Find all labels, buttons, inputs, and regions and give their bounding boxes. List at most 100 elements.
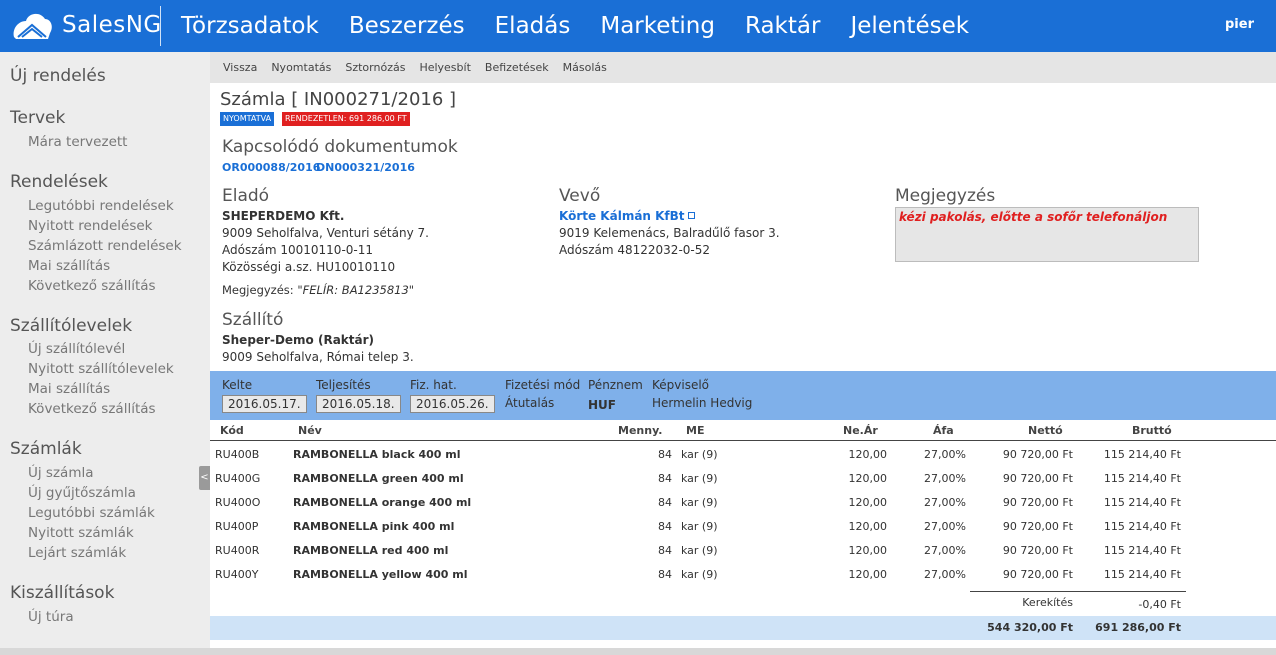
sidebar-item-new-invoice[interactable]: Új számla <box>28 465 94 481</box>
cell-net: 90 720,00 Ft <box>1002 472 1073 485</box>
cell-vat: 27,00% <box>924 544 966 557</box>
cell-unit: kar (9) <box>681 520 718 533</box>
cell-net: 90 720,00 Ft <box>1002 496 1073 509</box>
copy-button[interactable]: Másolás <box>556 61 614 74</box>
brand-name[interactable]: SalesNG <box>62 12 162 38</box>
sidebar-new-order[interactable]: Új rendelés <box>10 66 106 86</box>
table-row[interactable]: RU400R RAMBONELLA red 400 ml 84 kar (9) … <box>210 539 1276 563</box>
back-button[interactable]: Vissza <box>216 61 264 74</box>
totals-row: 544 320,00 Ft 691 286,00 Ft <box>210 616 1276 640</box>
column-header-unit-price: Ne.Ár <box>843 424 878 437</box>
cell-net: 90 720,00 Ft <box>1002 520 1073 533</box>
seller-name: SHEPERDEMO Kft. <box>222 209 345 223</box>
column-header-quantity: Menny. <box>618 424 663 437</box>
sidebar-heading-orders: Rendelések <box>10 172 108 192</box>
sidebar-item-open-delivery-notes[interactable]: Nyitott szállítólevelek <box>28 361 174 377</box>
cancel-invoice-button[interactable]: Sztornózás <box>338 61 412 74</box>
sidebar-item-open-invoices[interactable]: Nyitott számlák <box>28 525 134 541</box>
sidebar-item-overdue-invoices[interactable]: Lejárt számlák <box>28 545 126 561</box>
column-header-unit: ME <box>686 424 705 437</box>
due-date-field[interactable]: 2016.05.26. <box>410 395 495 413</box>
remark-heading: Megjegyzés <box>895 186 996 206</box>
related-doc-delivery-link[interactable]: DN000321/2016 <box>316 161 415 174</box>
cell-gross: 115 214,40 Ft <box>1103 448 1181 461</box>
nav-purchasing[interactable]: Beszerzés <box>334 0 480 52</box>
seller-note: Megjegyzés: "FELÍR: BA1235813" <box>222 283 414 297</box>
sidebar-item-planned-today[interactable]: Mára tervezett <box>28 134 127 150</box>
table-row[interactable]: RU400G RAMBONELLA green 400 ml 84 kar (9… <box>210 467 1276 491</box>
buyer-name-link[interactable]: Körte Kálmán KfBt <box>559 209 695 223</box>
sidebar-item-dn-todays-delivery[interactable]: Mai szállítás <box>28 381 110 397</box>
sidebar-item-new-tour[interactable]: Új túra <box>28 609 74 625</box>
column-header-vat: Áfa <box>933 424 954 437</box>
brand-divider <box>160 6 161 46</box>
remark-textarea[interactable]: kézi pakolás, előtte a sofőr telefonáljo… <box>895 207 1199 262</box>
page-title: Számla [ IN000271/2016 ] <box>220 89 457 110</box>
agent-value: Hermelin Hedvig <box>652 396 753 410</box>
agent-label: Képviselő <box>652 378 710 392</box>
cell-unit-price: 120,00 <box>848 520 888 533</box>
user-menu[interactable]: pier <box>1225 17 1254 32</box>
table-row[interactable]: RU400P RAMBONELLA pink 400 ml 84 kar (9)… <box>210 515 1276 539</box>
table-row[interactable]: RU400Y RAMBONELLA yellow 400 ml 84 kar (… <box>210 563 1276 587</box>
sidebar-item-new-collective-invoice[interactable]: Új gyűjtőszámla <box>28 485 136 501</box>
sidebar-heading-delivery-notes: Szállítólevelek <box>10 316 133 336</box>
nav-master-data[interactable]: Törzsadatok <box>166 0 334 52</box>
correct-button[interactable]: Helyesbít <box>412 61 477 74</box>
sidebar-item-todays-delivery[interactable]: Mai szállítás <box>28 258 110 274</box>
cell-unit-price: 120,00 <box>848 448 888 461</box>
currency-label: Pénznem <box>588 378 643 392</box>
carrier-address: 9009 Seholfalva, Római telep 3. <box>222 350 414 364</box>
cell-gross: 115 214,40 Ft <box>1103 568 1181 581</box>
seller-note-value: "FELÍR: BA1235813" <box>297 283 415 297</box>
cell-net: 90 720,00 Ft <box>1002 544 1073 557</box>
buyer-tax-number: Adószám 48122032-0-52 <box>559 243 711 257</box>
fulfilment-date-label: Teljesítés <box>316 378 371 392</box>
buyer-heading: Vevő <box>559 186 601 206</box>
nav-warehouse[interactable]: Raktár <box>730 0 835 52</box>
sidebar-item-next-delivery[interactable]: Következő szállítás <box>28 278 156 294</box>
cell-unit-price: 120,00 <box>848 496 888 509</box>
sidebar-item-recent-invoices[interactable]: Legutóbbi számlák <box>28 505 155 521</box>
main-nav: Törzsadatok Beszerzés Eladás Marketing R… <box>166 0 984 52</box>
external-link-icon[interactable] <box>687 212 695 219</box>
cell-net: 90 720,00 Ft <box>1002 448 1073 461</box>
cloud-logo-icon[interactable] <box>10 7 54 45</box>
cell-code: RU400G <box>215 472 261 485</box>
table-header-divider <box>210 440 1276 441</box>
nav-marketing[interactable]: Marketing <box>585 0 730 52</box>
table-row[interactable]: RU400O RAMBONELLA orange 400 ml 84 kar (… <box>210 491 1276 515</box>
cell-vat: 27,00% <box>924 520 966 533</box>
buyer-name[interactable]: Körte Kálmán KfBt <box>559 209 685 223</box>
issue-date-field[interactable]: 2016.05.17. <box>222 395 307 413</box>
related-doc-order-link[interactable]: OR000088/2016 <box>222 161 320 174</box>
payments-button[interactable]: Befizetések <box>478 61 556 74</box>
sidebar-heading-invoices: Számlák <box>10 439 82 459</box>
payment-method-value: Átutalás <box>505 396 555 410</box>
print-button[interactable]: Nyomtatás <box>264 61 338 74</box>
column-header-name: Név <box>298 424 322 437</box>
sidebar-item-recent-orders[interactable]: Legutóbbi rendelések <box>28 198 174 214</box>
sidebar-item-dn-next-delivery[interactable]: Következő szállítás <box>28 401 156 417</box>
cell-quantity: 84 <box>658 448 672 461</box>
cell-name: RAMBONELLA green 400 ml <box>293 472 464 485</box>
sidebar-item-new-delivery-note[interactable]: Új szállítólevél <box>28 341 125 357</box>
table-row[interactable]: RU400B RAMBONELLA black 400 ml 84 kar (9… <box>210 443 1276 467</box>
cell-quantity: 84 <box>658 520 672 533</box>
cell-name: RAMBONELLA red 400 ml <box>293 544 449 557</box>
nav-reports[interactable]: Jelentések <box>835 0 984 52</box>
cell-unit-price: 120,00 <box>848 544 888 557</box>
horizontal-scrollbar[interactable] <box>0 648 1276 655</box>
cell-quantity: 84 <box>658 568 672 581</box>
cell-unit-price: 120,00 <box>848 472 888 485</box>
sidebar-heading-shipments: Kiszállítások <box>10 583 115 603</box>
sum-divider <box>970 591 1186 592</box>
seller-heading: Eladó <box>222 186 270 206</box>
nav-sales[interactable]: Eladás <box>480 0 586 52</box>
fulfilment-date-field[interactable]: 2016.05.18. <box>316 395 401 413</box>
sidebar-item-open-orders[interactable]: Nyitott rendelések <box>28 218 152 234</box>
carrier-name: Sheper-Demo (Raktár) <box>222 333 375 347</box>
cell-vat: 27,00% <box>924 568 966 581</box>
sidebar-collapse-button[interactable]: < <box>199 466 210 490</box>
sidebar-item-invoiced-orders[interactable]: Számlázott rendelések <box>28 238 182 254</box>
